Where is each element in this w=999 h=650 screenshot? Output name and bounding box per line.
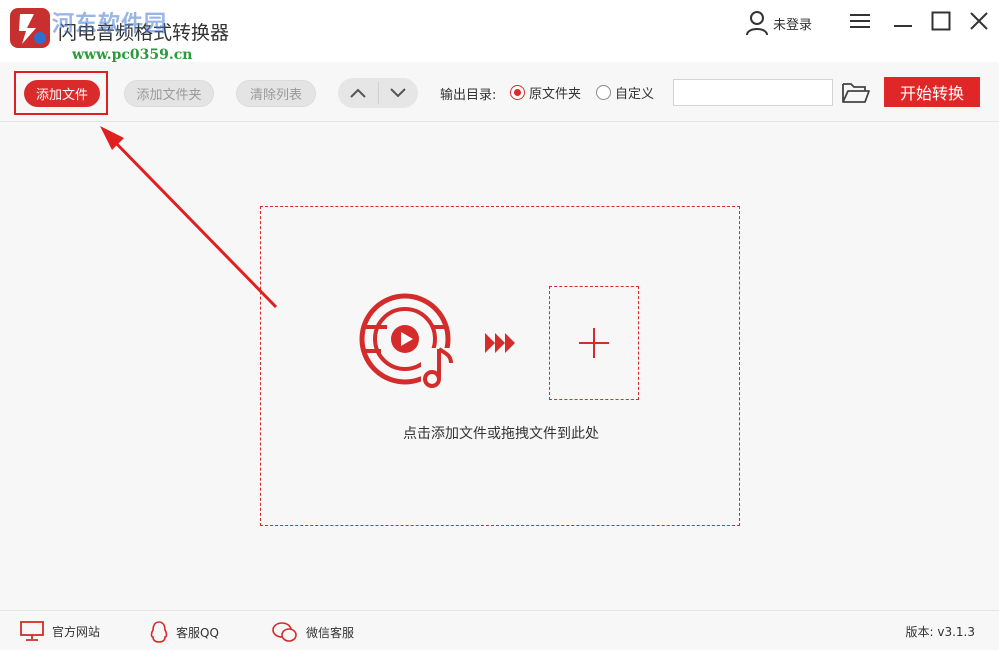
user-icon <box>746 11 768 36</box>
wechat-support-link[interactable]: 微信客服 <box>272 621 354 643</box>
move-up-button[interactable] <box>338 78 378 108</box>
radio-custom-label: 自定义 <box>615 87 655 102</box>
qq-icon <box>150 621 168 643</box>
maximize-icon <box>931 11 951 31</box>
minimize-button[interactable] <box>890 8 916 34</box>
watermark-text: 河东软件园 <box>52 12 168 37</box>
radio-dot-unchecked[interactable] <box>596 85 611 100</box>
plus-icon <box>579 328 609 358</box>
minimize-icon <box>894 25 912 27</box>
move-order-group <box>338 78 418 108</box>
close-button[interactable] <box>966 8 992 34</box>
toolbar: 添加文件 添加文件夹 清除列表 输出目录: 原文件夹 自定义 开始转换 <box>0 62 999 122</box>
divider <box>378 82 379 104</box>
radio-original-label: 原文件夹 <box>529 87 582 102</box>
chevron-down-icon <box>390 88 406 98</box>
version-label: 版本: v3.1.3 <box>905 625 976 639</box>
folder-open-icon <box>842 83 870 103</box>
login-status[interactable]: 未登录 <box>745 8 812 38</box>
title-bar: 闪电音频格式转换器 河东软件园 www.pc0359.cn 未登录 <box>0 0 999 63</box>
maximize-button[interactable] <box>928 8 954 34</box>
main-area: 点击添加文件或拖拽文件到此处 <box>0 123 999 610</box>
music-video-icon <box>359 293 459 390</box>
login-label: 未登录 <box>773 17 813 33</box>
website-label: 官方网站 <box>52 624 101 639</box>
menu-icon <box>850 14 870 28</box>
move-down-button[interactable] <box>378 78 418 108</box>
radio-custom-folder[interactable]: 自定义 <box>596 83 654 102</box>
add-file-button[interactable]: 添加文件 <box>24 80 100 107</box>
start-convert-button[interactable]: 开始转换 <box>884 77 980 107</box>
close-icon <box>970 12 988 30</box>
file-dropzone[interactable]: 点击添加文件或拖拽文件到此处 <box>260 206 740 526</box>
add-folder-button[interactable]: 添加文件夹 <box>124 80 214 107</box>
fast-forward-icon <box>485 333 515 353</box>
monitor-icon <box>20 621 44 641</box>
chevron-up-icon <box>350 88 366 98</box>
menu-button[interactable] <box>847 8 873 34</box>
add-file-box[interactable] <box>549 286 639 400</box>
official-website-link[interactable]: 官方网站 <box>20 621 100 641</box>
drop-hint-text: 点击添加文件或拖拽文件到此处 <box>403 426 599 442</box>
wechat-icon <box>272 622 297 642</box>
output-dir-label: 输出目录: <box>440 88 497 103</box>
qq-label: 客服QQ <box>176 625 219 640</box>
radio-original-folder[interactable]: 原文件夹 <box>510 83 581 102</box>
watermark-url: www.pc0359.cn <box>72 47 193 63</box>
output-path-input[interactable] <box>673 79 833 106</box>
clear-list-button[interactable]: 清除列表 <box>236 80 316 107</box>
footer-bar: 官方网站 客服QQ 微信客服 版本: v3.1.3 <box>0 610 999 650</box>
radio-dot-checked[interactable] <box>510 85 525 100</box>
qq-support-link[interactable]: 客服QQ <box>150 621 219 643</box>
wechat-label: 微信客服 <box>306 625 355 640</box>
browse-folder-button[interactable] <box>841 80 871 106</box>
app-logo <box>10 8 50 48</box>
